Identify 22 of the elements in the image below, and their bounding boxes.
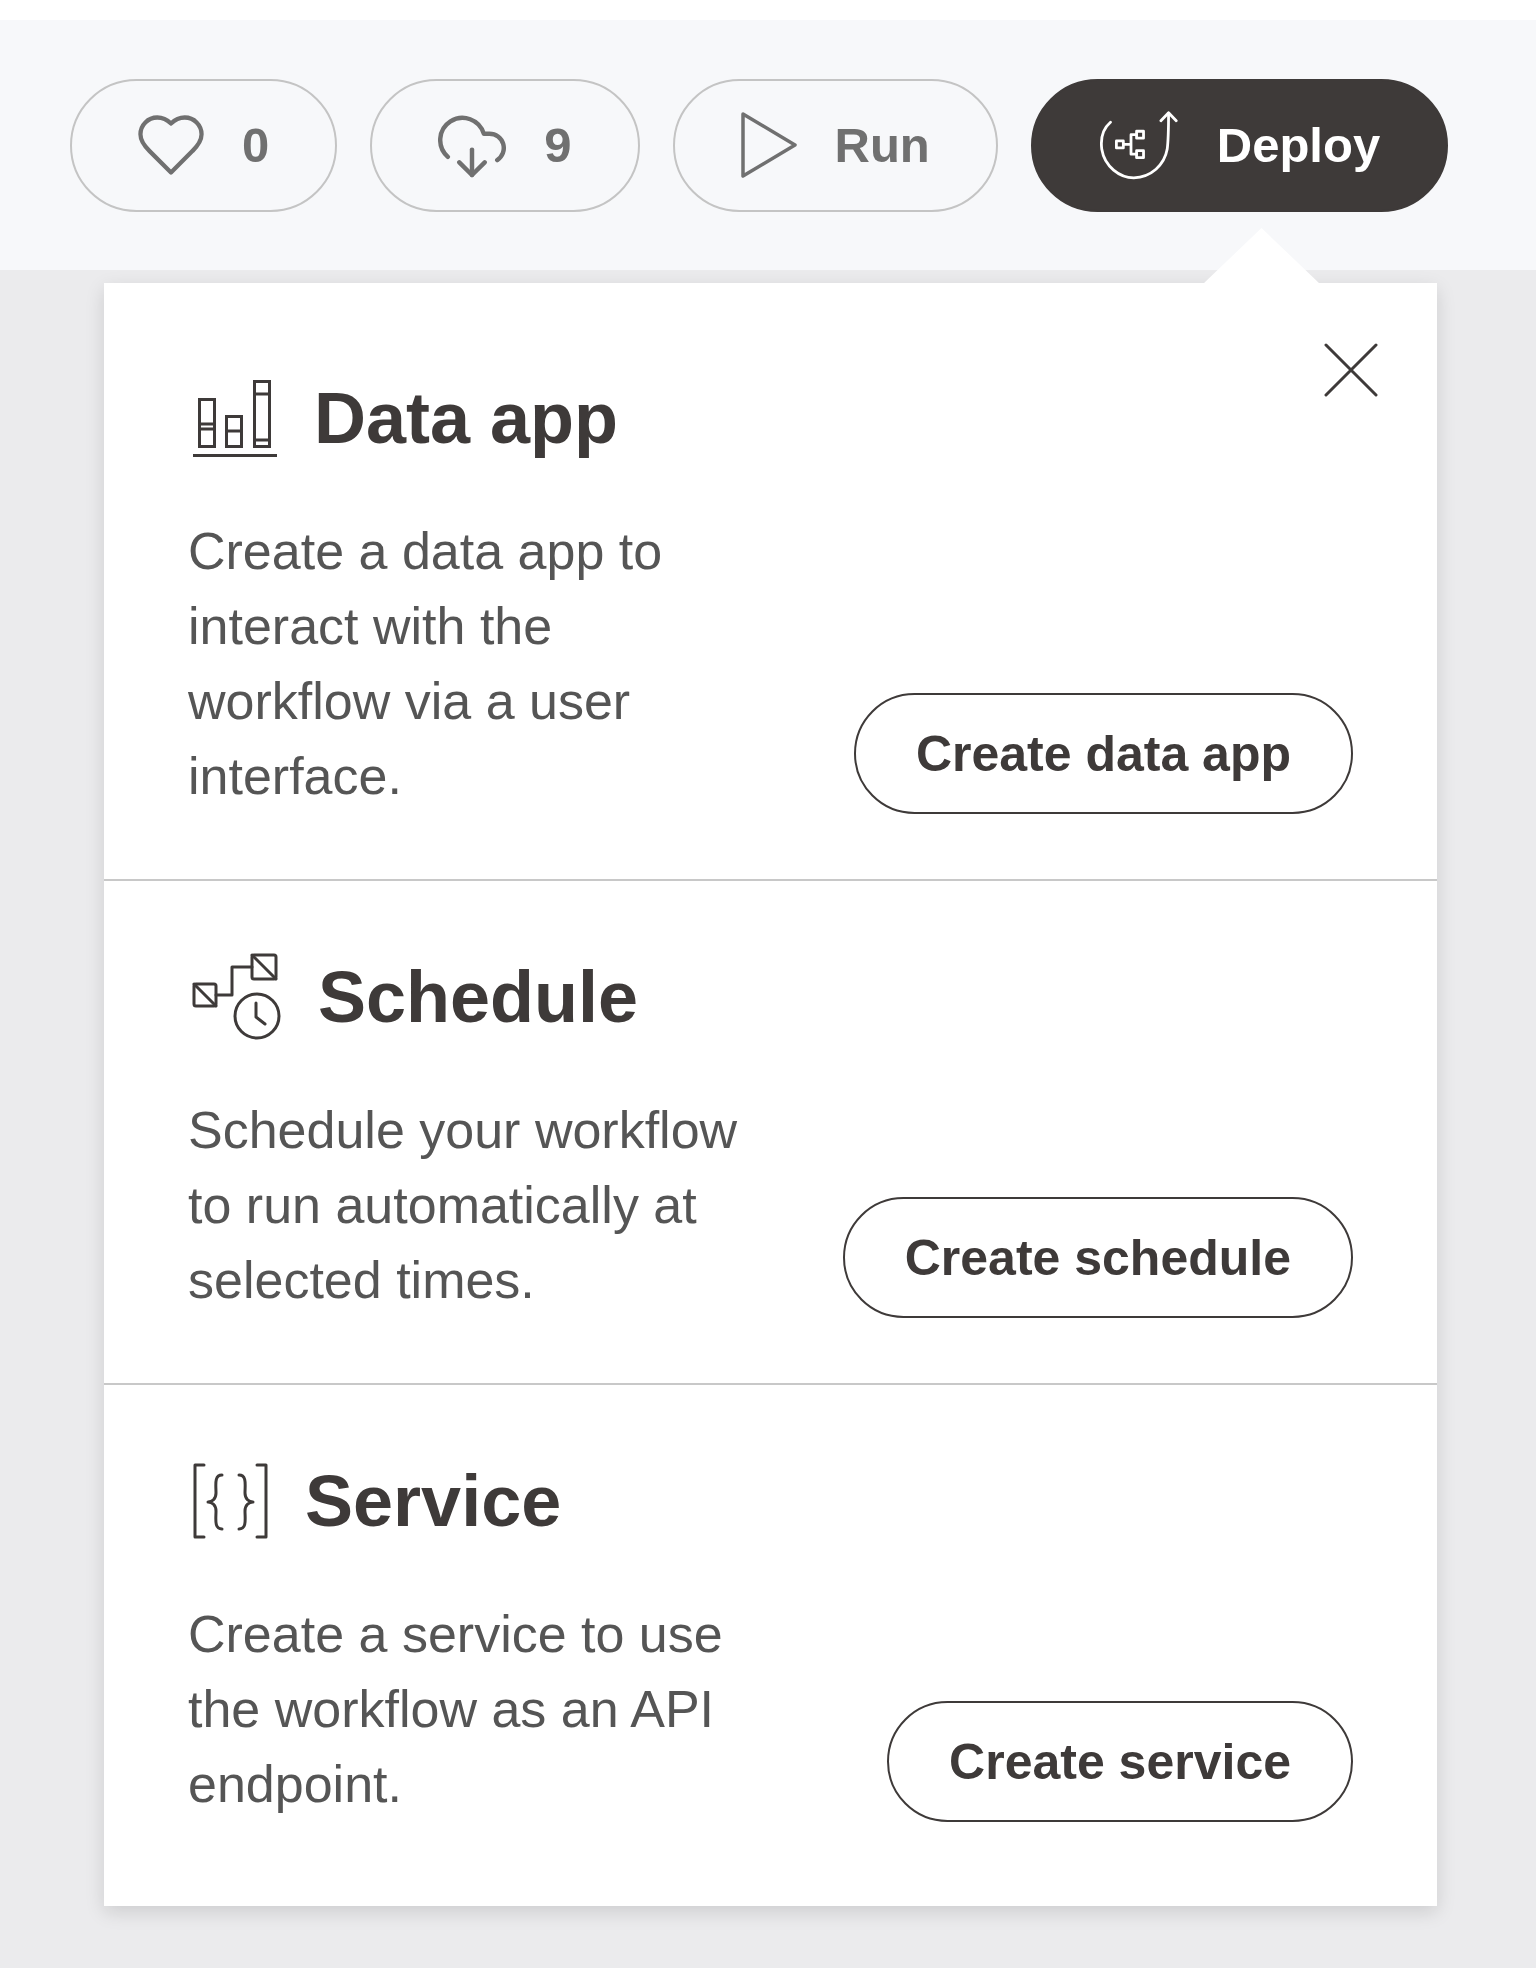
nodes-clock-icon (192, 953, 282, 1041)
braces-icon (192, 1463, 269, 1539)
create-button[interactable]: Create service (887, 1701, 1353, 1822)
toolbar-button[interactable]: Run (672, 78, 998, 212)
bar-chart-icon (192, 379, 278, 457)
create-button[interactable]: Create schedule (842, 1197, 1353, 1318)
section-description: Create a service to use the workflow as an API endpoint. (188, 1604, 724, 1815)
network-arrow-icon (1098, 110, 1179, 180)
toolbar-button[interactable]: Deploy (1030, 78, 1449, 212)
cloud-download-icon (438, 112, 507, 178)
toolbar-button[interactable]: 0 (70, 78, 338, 212)
close-icon (1324, 343, 1378, 397)
section-title: Service (305, 1460, 562, 1543)
toolbar-button[interactable]: 9 (370, 78, 640, 212)
section-title: Schedule (318, 956, 639, 1039)
section-description: Create a data app to interact with the workflow via a user interface. (188, 521, 664, 807)
create-button[interactable]: Create data app (853, 693, 1353, 814)
section-description: Schedule your workflow to run automatically at selected times. (188, 1100, 739, 1311)
play-icon (740, 112, 797, 178)
heart-icon (138, 115, 204, 175)
section-title: Data app (314, 377, 619, 460)
close-button[interactable] (1324, 343, 1378, 397)
